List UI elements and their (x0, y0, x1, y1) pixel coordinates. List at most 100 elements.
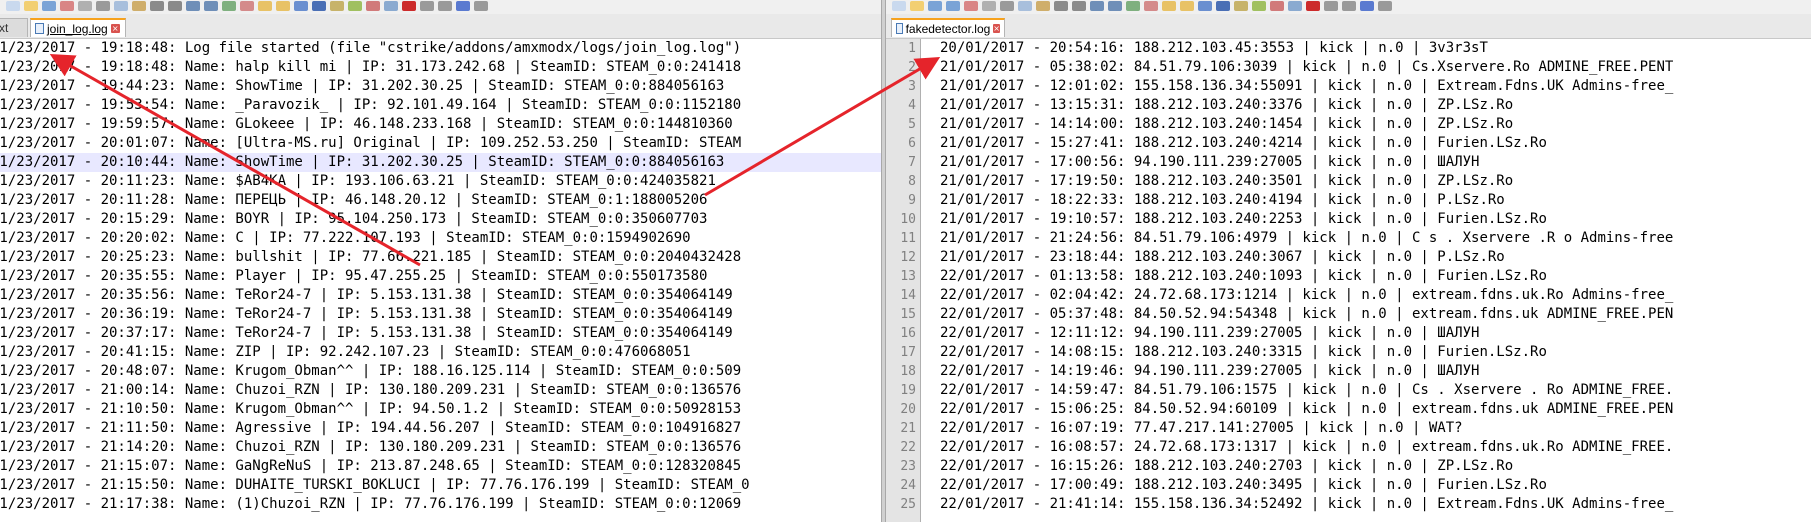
log-line[interactable]: 21/01/2017 - 12:01:02: 155.158.136.34:55… (940, 77, 1811, 96)
cut-icon[interactable] (1000, 1, 1014, 11)
zoom-out-icon[interactable] (240, 1, 254, 11)
save-all-icon[interactable] (946, 1, 960, 11)
log-line[interactable]: 22/01/2017 - 21:41:14: 155.158.136.34:52… (940, 495, 1811, 514)
lang-icon[interactable] (1252, 1, 1266, 11)
paste-icon[interactable] (1036, 1, 1050, 11)
record-macro-icon[interactable] (1306, 1, 1320, 11)
stop-macro-icon[interactable] (1324, 1, 1338, 11)
doc-map-icon[interactable] (1270, 1, 1284, 11)
log-line[interactable]: 01/23/2017 - 21:15:50: Name: DUHAITE_TUR… (0, 476, 881, 495)
undo-icon[interactable] (150, 1, 164, 11)
close-icon[interactable]: × (110, 24, 120, 33)
log-line[interactable]: 01/23/2017 - 20:37:17: Name: TeRor24-7 |… (0, 324, 881, 343)
log-line[interactable]: 22/01/2017 - 05:37:48: 84.50.52.94:54348… (940, 305, 1811, 324)
log-line[interactable]: 21/01/2017 - 17:19:50: 188.212.103.240:3… (940, 172, 1811, 191)
lang-icon[interactable] (348, 1, 362, 11)
zoom-in-icon[interactable] (222, 1, 236, 11)
right-text-area[interactable]: 20/01/2017 - 20:54:16: 188.212.103.45:35… (940, 39, 1811, 522)
undo-icon[interactable] (1054, 1, 1068, 11)
new-file-icon[interactable] (892, 1, 906, 11)
log-line[interactable]: 01/23/2017 - 20:11:28: Name: ПЕРЕЦЬ | IP… (0, 191, 881, 210)
new-file-icon[interactable] (6, 1, 20, 11)
left-editor[interactable]: 01/23/2017 - 19:18:48: Log file started … (0, 39, 881, 522)
log-line[interactable]: 01/23/2017 - 20:01:07: Name: [Ultra-MS.r… (0, 134, 881, 153)
log-line[interactable]: 01/23/2017 - 21:00:14: Name: Chuzoi_RZN … (0, 381, 881, 400)
log-line[interactable]: 21/01/2017 - 15:27:41: 188.212.103.240:4… (940, 134, 1811, 153)
log-line[interactable]: 01/23/2017 - 21:15:07: Name: GaNgReNuS |… (0, 457, 881, 476)
monitor-icon[interactable] (384, 1, 398, 11)
log-line[interactable]: 22/01/2017 - 16:15:26: 188.212.103.240:2… (940, 457, 1811, 476)
run-macro-icon[interactable] (1360, 1, 1374, 11)
log-line[interactable]: 21/01/2017 - 13:15:31: 188.212.103.240:3… (940, 96, 1811, 115)
show-all-chars-icon[interactable] (312, 1, 326, 11)
log-line[interactable]: 22/01/2017 - 16:08:57: 24.72.68.173:1317… (940, 438, 1811, 457)
log-line[interactable]: 01/23/2017 - 20:25:23: Name: bullshit | … (0, 248, 881, 267)
log-line[interactable]: 01/23/2017 - 20:48:07: Name: Krugom_Obma… (0, 362, 881, 381)
log-line[interactable]: 01/23/2017 - 20:10:44: Name: ShowTime | … (0, 153, 881, 172)
open-file-icon[interactable] (24, 1, 38, 11)
log-line[interactable]: 22/01/2017 - 17:00:49: 188.212.103.240:3… (940, 476, 1811, 495)
log-line[interactable]: 01/23/2017 - 21:10:50: Name: Krugom_Obma… (0, 400, 881, 419)
open-file-icon[interactable] (910, 1, 924, 11)
save-macro-icon[interactable] (474, 1, 488, 11)
log-line[interactable]: 22/01/2017 - 14:59:47: 84.51.79.106:1575… (940, 381, 1811, 400)
sync-scroll-icon[interactable] (258, 1, 272, 11)
redo-icon[interactable] (168, 1, 182, 11)
paste-icon[interactable] (132, 1, 146, 11)
play-macro-icon[interactable] (438, 1, 452, 11)
copy-icon[interactable] (114, 1, 128, 11)
log-line[interactable]: 22/01/2017 - 12:11:12: 94.190.111.239:27… (940, 324, 1811, 343)
log-line[interactable]: 01/23/2017 - 21:11:50: Name: Agressive |… (0, 419, 881, 438)
close-file-icon[interactable] (60, 1, 74, 11)
cut-icon[interactable] (96, 1, 110, 11)
log-line[interactable]: 01/23/2017 - 19:59:57: Name: GLokeee | I… (0, 115, 881, 134)
log-line[interactable]: 22/01/2017 - 02:04:42: 24.72.68.173:1214… (940, 286, 1811, 305)
play-macro-icon[interactable] (1342, 1, 1356, 11)
indent-guide-icon[interactable] (330, 1, 344, 11)
monitor-icon[interactable] (1288, 1, 1302, 11)
wrap-icon[interactable] (276, 1, 290, 11)
save-icon[interactable] (42, 1, 56, 11)
log-line[interactable]: 22/01/2017 - 16:07:19: 77.47.217.141:270… (940, 419, 1811, 438)
log-line[interactable]: 01/23/2017 - 20:15:29: Name: BOYR | IP: … (0, 210, 881, 229)
log-line[interactable]: 01/23/2017 - 21:17:38: Name: (1)Chuzoi_R… (0, 495, 881, 514)
word-wrap-icon[interactable] (294, 1, 308, 11)
log-line[interactable]: 01/23/2017 - 19:44:23: Name: ShowTime | … (0, 77, 881, 96)
log-line[interactable]: 01/23/2017 - 20:36:19: Name: TeRor24-7 |… (0, 305, 881, 324)
tab-fakedetector-log[interactable]: fakedetector.log × (891, 18, 1005, 37)
log-line[interactable]: 22/01/2017 - 15:06:25: 84.50.52.94:60109… (940, 400, 1811, 419)
record-macro-icon[interactable] (402, 1, 416, 11)
redo-icon[interactable] (1072, 1, 1086, 11)
doc-map-icon[interactable] (366, 1, 380, 11)
replace-icon[interactable] (1108, 1, 1122, 11)
log-line[interactable]: 21/01/2017 - 14:14:00: 188.212.103.240:1… (940, 115, 1811, 134)
sync-scroll-icon[interactable] (1162, 1, 1176, 11)
zoom-out-icon[interactable] (1144, 1, 1158, 11)
run-macro-icon[interactable] (456, 1, 470, 11)
log-line[interactable]: 01/23/2017 - 19:18:48: Log file started … (0, 39, 881, 58)
log-line[interactable]: 01/23/2017 - 20:20:02: Name: C | IP: 77.… (0, 229, 881, 248)
log-line[interactable]: 01/23/2017 - 20:35:55: Name: Player | IP… (0, 267, 881, 286)
log-line[interactable]: 21/01/2017 - 05:38:02: 84.51.79.106:3039… (940, 58, 1811, 77)
find-icon[interactable] (1090, 1, 1104, 11)
close-file-icon[interactable] (964, 1, 978, 11)
word-wrap-icon[interactable] (1198, 1, 1212, 11)
print-icon[interactable] (78, 1, 92, 11)
right-editor[interactable]: 1 2 3 4 5 6 7 8 9 10 11 12 13 14 15 16 17 18 19 20 21 22 23 24 2… (886, 39, 1811, 522)
log-line[interactable]: 01/23/2017 - 19:18:48: Name: halp kill m… (0, 58, 881, 77)
log-line[interactable]: 22/01/2017 - 14:08:15: 188.212.103.240:3… (940, 343, 1811, 362)
print-icon[interactable] (982, 1, 996, 11)
zoom-in-icon[interactable] (1126, 1, 1140, 11)
tab-join-log[interactable]: join_log.log × (30, 18, 126, 37)
log-line[interactable]: 21/01/2017 - 19:10:57: 188.212.103.240:2… (940, 210, 1811, 229)
log-line[interactable]: 21/01/2017 - 17:00:56: 94.190.111.239:27… (940, 153, 1811, 172)
wrap-icon[interactable] (1180, 1, 1194, 11)
copy-icon[interactable] (1018, 1, 1032, 11)
log-line[interactable]: 01/23/2017 - 19:53:54: Name: _Paravozik_… (0, 96, 881, 115)
indent-guide-icon[interactable] (1234, 1, 1248, 11)
stop-macro-icon[interactable] (420, 1, 434, 11)
log-line[interactable]: 20/01/2017 - 20:54:16: 188.212.103.45:35… (940, 39, 1811, 58)
log-line[interactable]: 01/23/2017 - 21:14:20: Name: Chuzoi_RZN … (0, 438, 881, 457)
log-line[interactable]: 01/23/2017 - 20:35:56: Name: TeRor24-7 |… (0, 286, 881, 305)
log-line[interactable]: 21/01/2017 - 21:24:56: 84.51.79.106:4979… (940, 229, 1811, 248)
